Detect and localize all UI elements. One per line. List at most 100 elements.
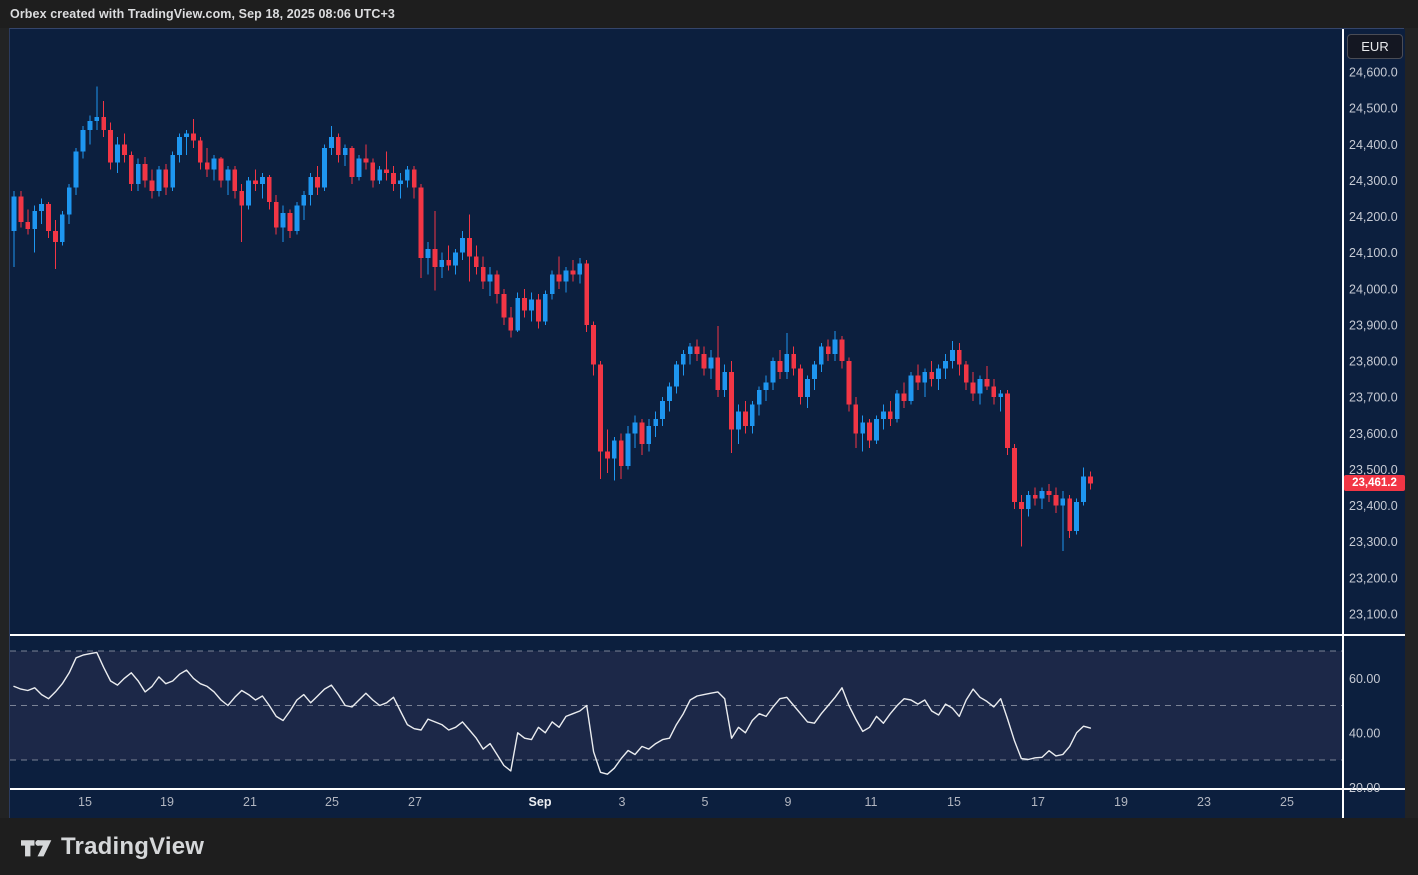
candle-wick [55, 220, 56, 269]
candle-body [715, 357, 720, 390]
candle-body [833, 339, 838, 353]
candle-body [74, 151, 79, 187]
candle-body [991, 386, 996, 397]
candle-body [198, 141, 203, 163]
candle-body [322, 148, 327, 188]
candle-wick [1042, 488, 1043, 510]
currency-badge[interactable]: EUR [1347, 34, 1403, 59]
candle-body [157, 170, 162, 192]
candle-body [39, 204, 44, 211]
time-axis-separator [10, 788, 1405, 790]
tradingview-logo-icon [21, 832, 52, 862]
candle-body [136, 164, 141, 184]
candle-body [60, 215, 65, 242]
candle-body [985, 379, 990, 386]
candle-body [301, 195, 306, 206]
candle-body [1060, 498, 1065, 505]
candlestick-chart[interactable]: 24,600.024,500.024,400.024,300.024,200.0… [10, 29, 1405, 819]
candle-body [550, 274, 555, 294]
candle-body [612, 441, 617, 459]
candle-body [653, 419, 658, 426]
candle-body [288, 213, 293, 231]
candle-wick [559, 256, 560, 289]
candle-body [1088, 477, 1093, 484]
candle-body [336, 137, 341, 155]
candle-body [867, 422, 872, 440]
time-tick-label: 19 [160, 795, 174, 809]
candle-body [881, 412, 886, 419]
candle-body [412, 170, 417, 188]
candle-body [32, 211, 37, 229]
tradingview-logo[interactable]: TradingView [21, 832, 204, 862]
candle-body [874, 419, 879, 441]
candle-wick [986, 366, 987, 390]
candle-body [591, 325, 596, 365]
candle-body [943, 361, 948, 368]
candle-body [212, 159, 217, 170]
candle-body [1005, 394, 1010, 448]
candle-body [957, 350, 962, 364]
time-tick-label: 27 [408, 795, 422, 809]
candle-wick [41, 198, 42, 223]
candle-wick [448, 245, 449, 270]
candle-body [736, 412, 741, 430]
candle-body [729, 372, 734, 430]
candle-body [481, 267, 486, 281]
candle-body [660, 401, 665, 419]
candle-body [1081, 477, 1086, 502]
time-tick-label: 23 [1197, 795, 1211, 809]
last-price-badge: 23,461.2 [1344, 475, 1405, 491]
chart-area[interactable]: 24,600.024,500.024,400.024,300.024,200.0… [9, 28, 1404, 818]
candle-body [598, 365, 603, 452]
candle-body [163, 170, 168, 188]
price-tick-label: 24,100.0 [1349, 246, 1398, 260]
time-tick-label: Sep [529, 795, 552, 809]
candle-wick [386, 151, 387, 180]
candle-body [681, 354, 686, 365]
candle-wick [490, 267, 491, 296]
candle-body [784, 354, 789, 372]
time-tick-label: 15 [947, 795, 961, 809]
candle-body [281, 213, 286, 227]
price-tick-label: 24,600.0 [1349, 66, 1398, 80]
candle-body [646, 426, 651, 444]
candle-body [226, 170, 231, 181]
candle-body [950, 350, 955, 361]
rsi-tick-label: 60.00 [1349, 672, 1380, 686]
candle-body [433, 249, 438, 267]
price-tick-label: 24,400.0 [1349, 138, 1398, 152]
time-tick-label: 11 [865, 795, 878, 809]
candle-body [805, 379, 810, 397]
candle-body [439, 260, 444, 267]
candle-wick [428, 242, 429, 275]
candle-body [377, 170, 382, 181]
candle-body [750, 404, 755, 426]
price-tick-label: 23,300.0 [1349, 535, 1398, 549]
candle-body [529, 300, 534, 311]
time-tick-label: 9 [785, 795, 792, 809]
candle-body [543, 294, 548, 321]
candle-body [129, 155, 134, 184]
candle-body [12, 197, 17, 231]
candle-body [205, 162, 210, 169]
time-tick-label: 15 [78, 795, 92, 809]
candle-body [626, 433, 631, 466]
candle-body [177, 137, 182, 155]
candle-body [391, 173, 396, 184]
candle-body [584, 264, 589, 325]
candle-body [46, 204, 51, 231]
time-tick-label: 17 [1031, 795, 1045, 809]
candle-body [895, 394, 900, 419]
candle-wick [400, 173, 401, 198]
candle-body [916, 376, 921, 383]
candle-body [1054, 495, 1059, 506]
candle-body [502, 294, 507, 317]
time-tick-label: 5 [702, 795, 709, 809]
candle-body [847, 361, 852, 404]
candle-body [702, 354, 707, 368]
candle-body [370, 162, 375, 180]
candle-body [274, 202, 279, 227]
tradingview-brand-text: TradingView [61, 833, 204, 861]
candle-body [88, 121, 93, 130]
candle-body [219, 159, 224, 181]
